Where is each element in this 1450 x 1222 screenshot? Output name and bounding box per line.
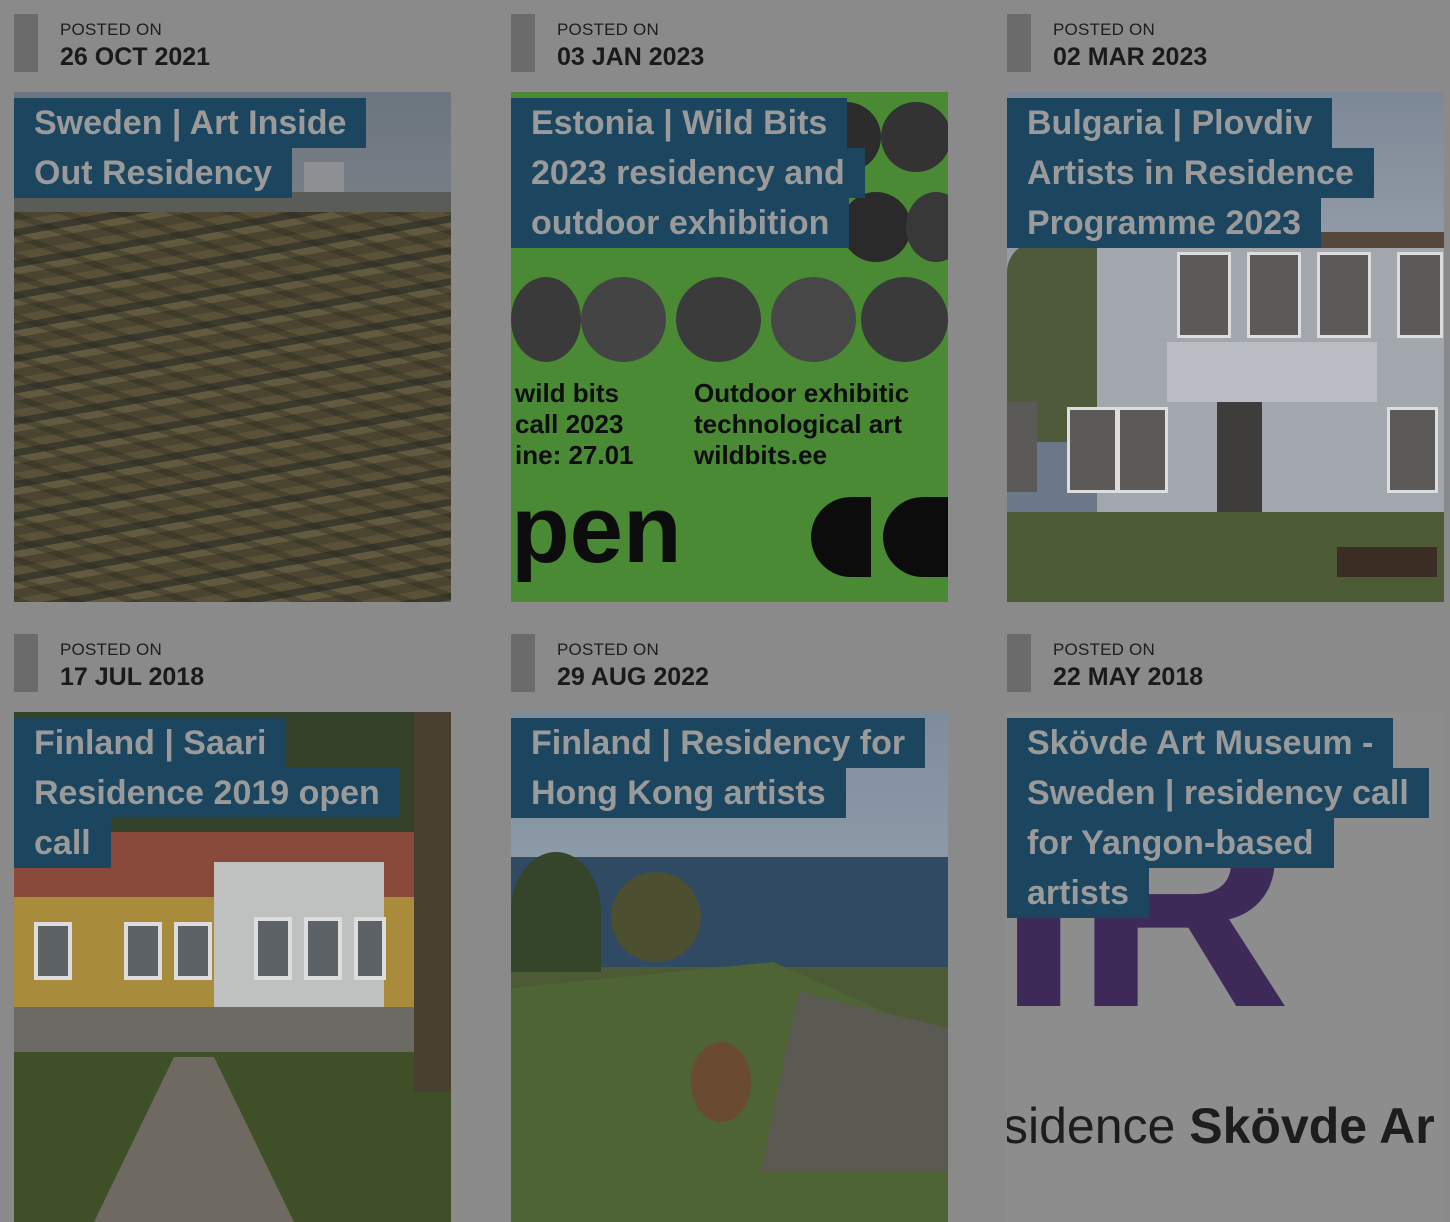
post-card[interactable]: POSTED ON 02 MAR 2023 Bulgaria | Plovdiv… <box>1007 14 1444 602</box>
post-image-grassland[interactable]: Sweden | Art Inside Out Residency <box>14 92 451 602</box>
post-title-line[interactable]: Out Residency <box>14 148 293 198</box>
post-title[interactable]: Skövde Art Museum - Sweden | residency c… <box>1007 718 1429 918</box>
post-date: POSTED ON 22 MAY 2018 <box>1007 634 1444 692</box>
post-title[interactable]: Bulgaria | Plovdiv Artists in Residence … <box>1007 98 1374 248</box>
post-image-plovdiv-house[interactable]: Bulgaria | Plovdiv Artists in Residence … <box>1007 92 1444 602</box>
posted-on-label: POSTED ON <box>557 640 659 659</box>
post-image-coastal-island[interactable]: Finland | Residency for Hong Kong artist… <box>511 712 948 1222</box>
post-title-line[interactable]: Estonia | Wild Bits <box>511 98 848 148</box>
post-title-line[interactable]: artists <box>1007 868 1150 918</box>
posted-on-label: POSTED ON <box>1053 640 1155 659</box>
post-title[interactable]: Estonia | Wild Bits 2023 residency and o… <box>511 98 865 248</box>
post-title-line[interactable]: Sweden | residency call <box>1007 768 1429 818</box>
post-date-value: 17 JUL 2018 <box>60 663 205 691</box>
posted-on-label: POSTED ON <box>60 20 162 39</box>
post-card[interactable]: POSTED ON 29 AUG 2022 Finland | Residenc… <box>511 634 948 1222</box>
post-title-line[interactable]: Artists in Residence <box>1007 148 1374 198</box>
post-date: POSTED ON 17 JUL 2018 <box>14 634 451 692</box>
post-date-value: 03 JAN 2023 <box>557 43 705 71</box>
post-title-line[interactable]: Sweden | Art Inside <box>14 98 367 148</box>
post-title[interactable]: Sweden | Art Inside Out Residency <box>14 98 367 198</box>
post-title-line[interactable]: outdoor exhibition <box>511 198 850 248</box>
post-card[interactable]: POSTED ON 22 MAY 2018 IR sidence Skövde … <box>1007 634 1444 1222</box>
post-title-line[interactable]: call <box>14 818 111 868</box>
post-date-value: 29 AUG 2022 <box>557 663 709 691</box>
date-accent-bar <box>1007 14 1031 72</box>
post-date: POSTED ON 26 OCT 2021 <box>14 14 451 72</box>
posted-on-label: POSTED ON <box>1053 20 1155 39</box>
post-date-value: 02 MAR 2023 <box>1053 43 1208 71</box>
posted-on-label: POSTED ON <box>557 20 659 39</box>
posted-on-label: POSTED ON <box>60 640 162 659</box>
post-title-line[interactable]: Finland | Saari <box>14 718 287 768</box>
post-title[interactable]: Finland | Residency for Hong Kong artist… <box>511 718 926 818</box>
post-date-value: 26 OCT 2021 <box>60 43 211 71</box>
post-title-line[interactable]: Skövde Art Museum - <box>1007 718 1394 768</box>
poster-left-text: wild bits call 2023 ine: 27.01 <box>515 378 634 470</box>
post-date: POSTED ON 03 JAN 2023 <box>511 14 948 72</box>
post-date: POSTED ON 02 MAR 2023 <box>1007 14 1444 72</box>
post-card[interactable]: POSTED ON 03 JAN 2023 wild bits call 202… <box>511 14 948 602</box>
poster-big-text: pen <box>511 476 682 583</box>
post-image-saari-residence[interactable]: Finland | Saari Residence 2019 open call <box>14 712 451 1222</box>
post-title-line[interactable]: Hong Kong artists <box>511 768 846 818</box>
post-title[interactable]: Finland | Saari Residence 2019 open call <box>14 718 400 868</box>
date-accent-bar <box>1007 634 1031 692</box>
date-accent-bar <box>14 14 38 72</box>
post-title-line[interactable]: Residence 2019 open <box>14 768 400 818</box>
air-logo-caption: sidence Skövde Ar <box>1007 1098 1435 1154</box>
post-date-value: 22 MAY 2018 <box>1053 663 1204 691</box>
post-title-line[interactable]: Programme 2023 <box>1007 198 1322 248</box>
post-title-line[interactable]: for Yangon-based <box>1007 818 1334 868</box>
post-card[interactable]: POSTED ON 26 OCT 2021 Sweden | Art Insid… <box>14 14 451 602</box>
post-card[interactable]: POSTED ON 17 JUL 2018 Finland | Saari Re… <box>14 634 451 1222</box>
post-image-wild-bits-poster[interactable]: wild bits call 2023 ine: 27.01 Outdoor e… <box>511 92 948 602</box>
post-title-line[interactable]: Finland | Residency for <box>511 718 926 768</box>
post-title-line[interactable]: Bulgaria | Plovdiv <box>1007 98 1333 148</box>
date-accent-bar <box>14 634 38 692</box>
post-image-air-logo[interactable]: IR sidence Skövde Ar Skövde Art Museum -… <box>1007 712 1444 1222</box>
post-date: POSTED ON 29 AUG 2022 <box>511 634 948 692</box>
poster-right-text: Outdoor exhibitic technological art wild… <box>694 378 910 470</box>
post-title-line[interactable]: 2023 residency and <box>511 148 865 198</box>
date-accent-bar <box>511 634 535 692</box>
date-accent-bar <box>511 14 535 72</box>
